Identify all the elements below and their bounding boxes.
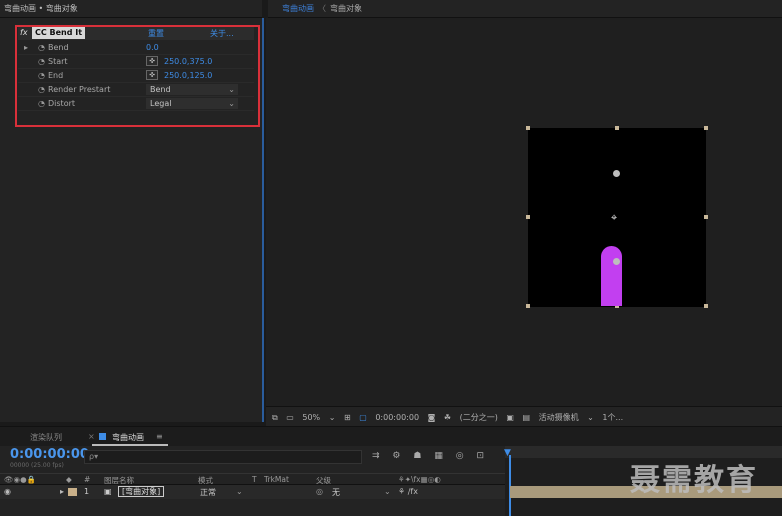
layer-search-input[interactable]: ρ▾	[84, 450, 362, 464]
frame-blending-icon[interactable]: ▦	[434, 451, 443, 461]
start-point-handle[interactable]	[613, 258, 620, 265]
shy-layers-icon[interactable]: ☗	[413, 451, 421, 461]
parent-dropdown[interactable]: 无	[332, 487, 340, 498]
tab-render-queue[interactable]: 渲染队列	[30, 432, 62, 443]
region-icon[interactable]: ▣	[506, 413, 514, 422]
tab-layer[interactable]: 弯曲对象	[330, 4, 362, 13]
tab-menu-icon[interactable]: ≡	[156, 432, 163, 441]
bounding-handle[interactable]	[526, 304, 530, 308]
bounding-handle[interactable]	[704, 126, 708, 130]
layer-mode-dropdown[interactable]: 正常	[200, 487, 216, 498]
grid-icon[interactable]: ⊞	[344, 413, 351, 422]
camera-icon[interactable]: ◙	[428, 413, 436, 422]
layer-name[interactable]: [弯曲对象]	[118, 486, 165, 497]
views-dropdown[interactable]: 1个...	[602, 413, 623, 422]
comp-mini-flowchart-icon[interactable]: ⇉	[372, 451, 380, 461]
layer-switches[interactable]: ⚘ ∕fx	[398, 487, 418, 496]
layer-row[interactable]: ◉ ▸ 1 ▣ [弯曲对象] 正常 ⌄ ◎ 无 ⌄ ⚘ ∕fx	[0, 485, 505, 499]
breadcrumb-separator: 〈	[318, 4, 326, 13]
camera-dropdown[interactable]: 活动摄像机	[539, 413, 579, 422]
timeline-timecode[interactable]: 0:00:00:00	[10, 447, 89, 462]
mask-icon[interactable]: ▢	[359, 413, 367, 422]
bend-shape-layer[interactable]	[601, 246, 622, 306]
switches-icons: ⚘✦\fx▦◎◐	[398, 475, 441, 484]
anchor-point-icon[interactable]: ⌖	[611, 211, 617, 225]
layer-index: 1	[84, 487, 90, 496]
close-icon[interactable]: ×	[88, 432, 95, 441]
layer-header-row: 👁◉●🔒 ◆ # 图层名称 模式 T TrkMat 父级 ⚘✦\fx▦◎◐	[0, 473, 505, 485]
viewer-toolbar: ⧉ ▭ 50% ⌄ ⊞ ▢ 0:00:00:00 ◙ ☘ (二分之一) ▣ ▤ …	[266, 406, 782, 426]
av-features-icons: 👁◉●🔒	[4, 475, 36, 484]
bounding-handle[interactable]	[526, 126, 530, 130]
bounding-handle[interactable]	[704, 304, 708, 308]
fps-label: 00000 (25.00 fps)	[10, 462, 64, 469]
effect-controls-title: 弯曲动画 • 弯曲对象	[0, 0, 262, 18]
column-number: #	[84, 475, 91, 484]
label-icon: ◆	[66, 475, 72, 484]
watermark: 聂需教育	[630, 463, 758, 498]
transparency-grid-icon[interactable]: ▤	[523, 413, 531, 422]
bounding-handle[interactable]	[704, 215, 708, 219]
timeline-switches: ⇉ ⚙ ☗ ▦ ◎ ⊡	[372, 451, 484, 461]
resolution-dropdown[interactable]: (二分之一)	[460, 413, 498, 422]
viewer-timecode[interactable]: 0:00:00:00	[375, 413, 419, 422]
viewer-tab-bar: 弯曲动画〈弯曲对象	[268, 0, 782, 18]
motion-blur-icon[interactable]: ◎	[456, 451, 464, 461]
visibility-icon[interactable]: ◉	[4, 487, 11, 496]
bounding-handle[interactable]	[615, 126, 619, 130]
draft-3d-icon[interactable]: ⚙	[392, 451, 400, 461]
color-icon[interactable]: ☘	[444, 413, 451, 422]
chevron-down-icon[interactable]: ⌄	[384, 487, 391, 496]
chevron-down-icon[interactable]: ⌄	[236, 487, 243, 496]
always-preview-icon[interactable]: ⧉	[272, 413, 278, 422]
label-color-icon[interactable]	[68, 488, 77, 496]
zoom-dropdown[interactable]: 50%	[302, 413, 320, 422]
bounding-handle[interactable]	[526, 215, 530, 219]
column-t: T	[252, 475, 257, 484]
monitor-icon[interactable]: ▭	[286, 413, 294, 422]
pickwhip-icon[interactable]: ◎	[316, 487, 323, 496]
graph-editor-icon[interactable]: ⊡	[476, 451, 484, 461]
layer-type-icon: ▣	[104, 487, 112, 496]
chevron-down-icon[interactable]: ⌄	[587, 413, 594, 422]
column-trkmat: TrkMat	[264, 475, 289, 484]
comp-color-icon	[99, 433, 106, 440]
timeline-tab-bar: 渲染队列 × 弯曲动画 ≡	[0, 426, 782, 446]
tab-comp[interactable]: 弯曲动画	[112, 432, 144, 443]
expand-arrow-icon[interactable]: ▸	[60, 487, 64, 496]
chevron-down-icon[interactable]: ⌄	[329, 413, 336, 422]
end-point-handle[interactable]	[613, 170, 620, 177]
highlight-box	[15, 25, 260, 127]
tab-comp-active[interactable]: 弯曲动画	[282, 4, 314, 13]
